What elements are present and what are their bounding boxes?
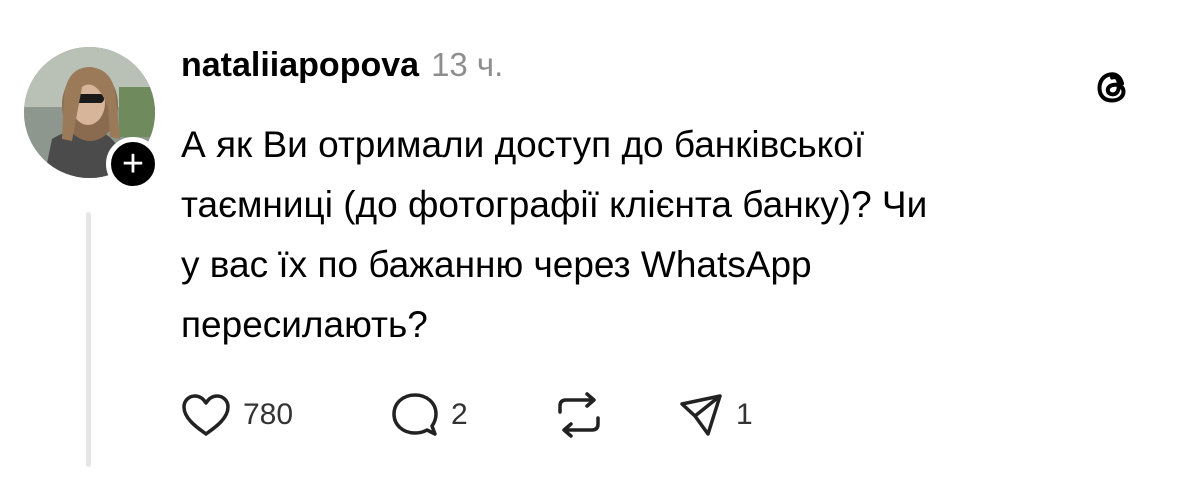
comment-icon — [392, 393, 438, 436]
post-header: nataliiapopova 13 ч. — [181, 46, 503, 85]
reply-button[interactable]: 2 — [391, 390, 468, 440]
post-text: А як Ви отримали доступ до банківської т… — [181, 124, 928, 345]
reply-count: 2 — [451, 398, 468, 431]
repost-button[interactable] — [553, 390, 605, 440]
share-button[interactable]: 1 — [678, 390, 753, 440]
follow-button[interactable]: + — [106, 137, 160, 191]
like-count: 780 — [243, 398, 294, 431]
heart-icon — [182, 394, 230, 436]
thread-line — [86, 212, 91, 467]
threads-logo-icon[interactable] — [1092, 66, 1134, 108]
username[interactable]: nataliiapopova — [181, 46, 419, 85]
like-button[interactable]: 780 — [181, 390, 293, 440]
repost-icon — [558, 392, 600, 438]
timestamp: 13 ч. — [431, 46, 504, 83]
share-icon — [680, 394, 722, 436]
plus-icon: + — [121, 143, 145, 185]
share-count: 1 — [736, 398, 753, 431]
